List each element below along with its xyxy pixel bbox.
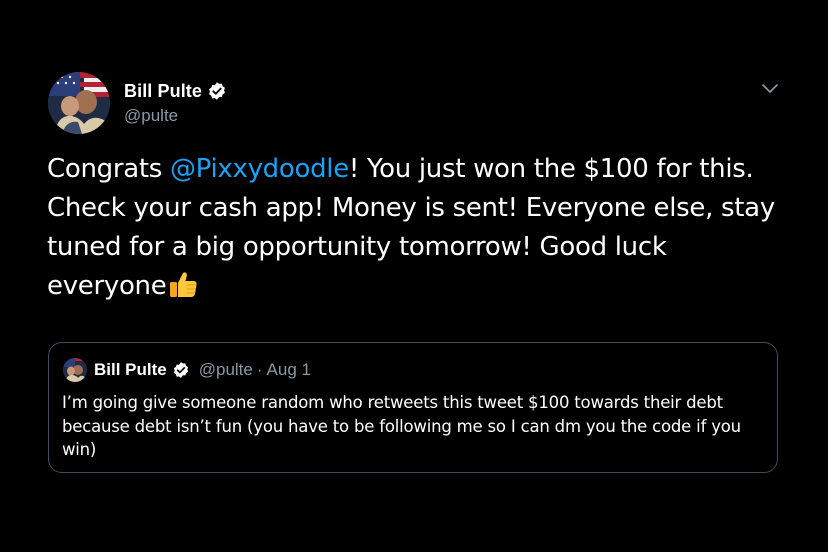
tweet-body: Congrats @Pixxydoodle! You just won the … xyxy=(47,150,787,306)
thumbs-up-icon xyxy=(167,268,199,300)
quoted-tweet-header: Bill Pulte @pulte · Aug 1 xyxy=(63,357,311,383)
chevron-down-icon[interactable] xyxy=(761,82,779,94)
mention-link[interactable]: @Pixxydoodle xyxy=(170,154,349,184)
verified-badge-icon xyxy=(172,361,190,379)
author-avatar[interactable] xyxy=(48,72,110,134)
verified-badge-icon xyxy=(207,81,227,101)
tweet-header: Bill Pulte @pulte xyxy=(124,80,227,126)
quoted-tweet[interactable]: Bill Pulte @pulte · Aug 1 I’m going give… xyxy=(48,342,778,473)
tweet-text-before: Congrats xyxy=(47,154,170,184)
author-handle[interactable]: @pulte xyxy=(124,106,227,126)
quoted-tweet-text: I’m going give someone random who retwee… xyxy=(62,393,741,459)
quoted-author-avatar xyxy=(63,358,87,382)
tweet-card: Bill Pulte @pulte Congrats @Pixxydoodle!… xyxy=(0,0,828,552)
meta-separator: · xyxy=(256,360,263,379)
quoted-author-handle: @pulte xyxy=(198,360,253,379)
quoted-tweet-date: Aug 1 xyxy=(266,360,311,379)
quoted-author-display-name: Bill Pulte xyxy=(94,360,167,379)
author-display-name[interactable]: Bill Pulte xyxy=(124,81,202,102)
